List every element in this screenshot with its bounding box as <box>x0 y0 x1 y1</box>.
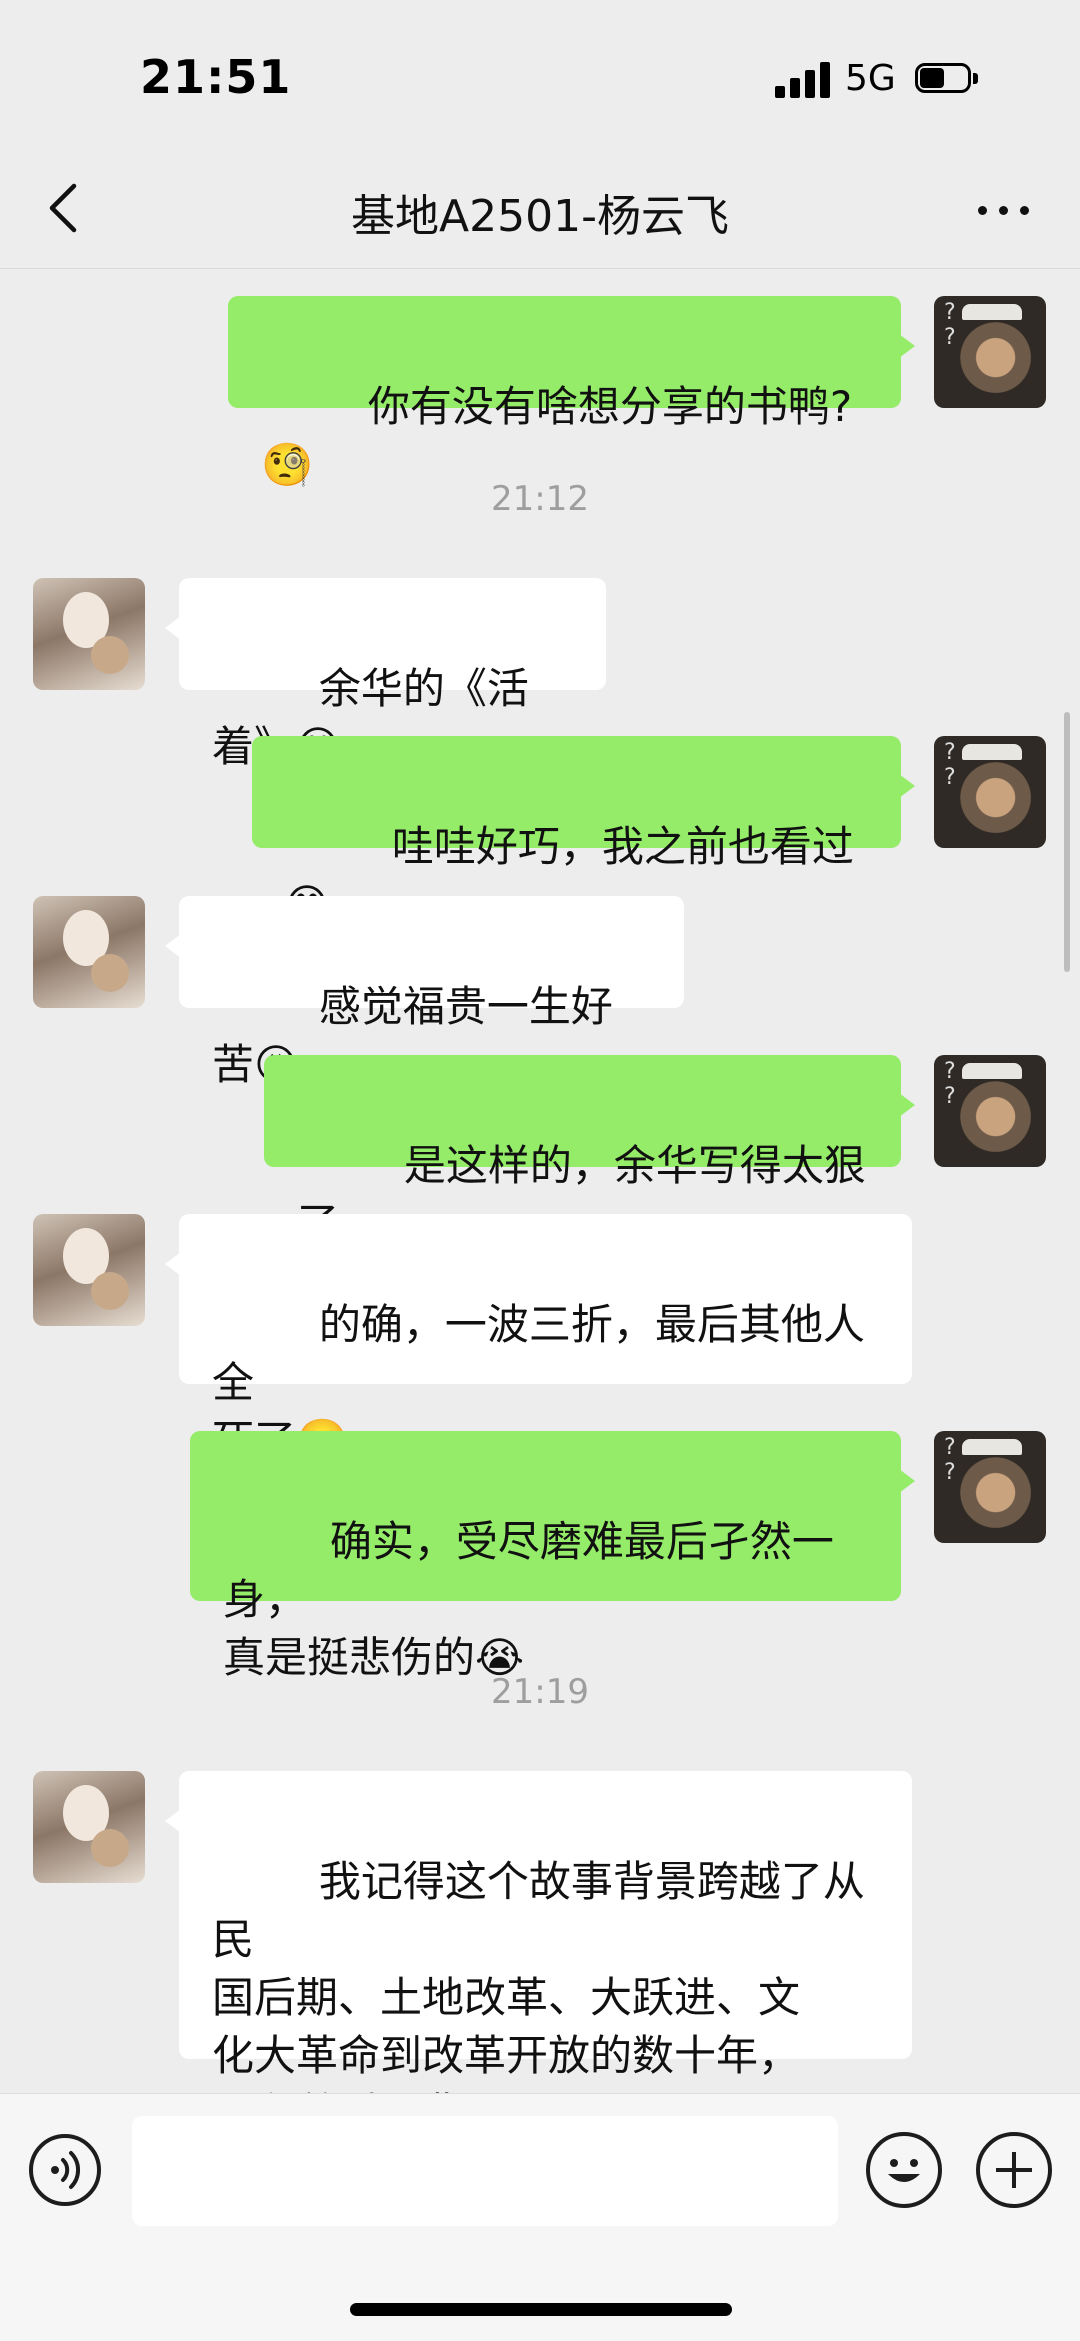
home-indicator[interactable] <box>350 2303 732 2316</box>
my-message-bubble[interactable]: 你有没有啥想分享的书鸭?🧐 <box>228 296 915 489</box>
signal-icon <box>775 62 833 98</box>
message-row: 我记得这个故事背景跨越了从民 国后期、土地改革、大跃进、文 化大革命到改革开放的… <box>0 1771 1080 2138</box>
emoji-button[interactable] <box>866 2132 942 2208</box>
emoji-icon <box>888 2159 920 2182</box>
message-text: 确实，受尽磨难最后孑然一身， 真是挺悲伤的😭 <box>223 1517 834 1682</box>
my-avatar[interactable] <box>934 296 1046 408</box>
message-row: 确实，受尽磨难最后孑然一身， 真是挺悲伤的😭 <box>0 1431 1080 1682</box>
voice-button[interactable] <box>29 2134 101 2206</box>
message-text: 你有没有啥想分享的书鸭?🧐 <box>261 382 853 489</box>
my-message-bubble[interactable]: 是这样的，余华写得太狠了 <box>264 1055 915 1248</box>
contact-message-bubble[interactable]: 的确，一波三折，最后其他人全 死了🙄 <box>165 1214 912 1465</box>
contact-avatar[interactable] <box>33 1771 145 1883</box>
my-message-bubble[interactable]: 确实，受尽磨难最后孑然一身， 真是挺悲伤的😭 <box>190 1431 915 1682</box>
message-row: 感觉福贵一生好苦😖 <box>0 896 1080 1089</box>
chat-screen: 21:51 5G 基地A2501-杨云飞 你有没有啥想分享的书鸭?🧐 ? ? 2… <box>0 0 1080 2341</box>
message-row: 余华的《活着》😁 <box>0 578 1080 771</box>
contact-avatar[interactable] <box>33 1214 145 1326</box>
more-dots-icon <box>978 206 987 215</box>
message-list[interactable]: 你有没有啥想分享的书鸭?🧐 21:12 余华的《活着》😁 哇哇好巧，我之前也看过… <box>0 268 1080 2138</box>
my-avatar[interactable] <box>934 1055 1046 1167</box>
timestamp: 21:12 <box>491 479 589 519</box>
more-button[interactable] <box>974 180 1034 240</box>
my-avatar[interactable] <box>934 736 1046 848</box>
contact-avatar[interactable] <box>33 896 145 1008</box>
message-row: 你有没有啥想分享的书鸭?🧐 <box>0 296 1080 489</box>
message-input[interactable] <box>132 2116 838 2226</box>
scrollbar[interactable] <box>1064 712 1070 972</box>
contact-message-bubble[interactable]: 余华的《活着》😁 <box>165 578 606 771</box>
contact-message-bubble[interactable]: 感觉福贵一生好苦😖 <box>165 896 684 1089</box>
my-avatar[interactable] <box>934 1431 1046 1543</box>
message-row: 哇哇好巧，我之前也看过😁 <box>0 736 1080 929</box>
nav-bar: 基地A2501-杨云飞 <box>0 150 1080 269</box>
battery-icon <box>915 63 979 95</box>
message-row: 的确，一波三折，最后其他人全 死了🙄 <box>0 1214 1080 1465</box>
message-row: 是这样的，余华写得太狠了 <box>0 1055 1080 1248</box>
voice-icon <box>51 2151 81 2189</box>
plus-button[interactable] <box>976 2132 1052 2208</box>
timestamp: 21:19 <box>491 1672 589 1712</box>
contact-avatar[interactable] <box>33 578 145 690</box>
contact-message-bubble[interactable]: 我记得这个故事背景跨越了从民 国后期、土地改革、大跃进、文 化大革命到改革开放的… <box>165 1771 912 2138</box>
my-message-bubble[interactable]: 哇哇好巧，我之前也看过😁 <box>252 736 915 929</box>
network-type: 5G <box>845 58 896 99</box>
chat-title: 基地A2501-杨云飞 <box>351 191 729 242</box>
status-time: 21:51 <box>140 50 292 104</box>
status-bar: 21:51 5G <box>0 0 1080 150</box>
